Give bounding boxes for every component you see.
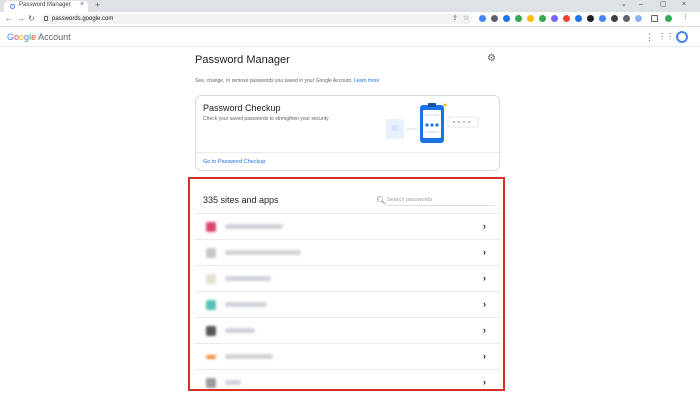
site-favicon [206, 326, 216, 336]
reload-icon[interactable]: ↻ [28, 13, 35, 25]
chevron-right-icon[interactable]: › [483, 220, 486, 232]
password-row[interactable]: › [195, 343, 500, 369]
password-row[interactable]: › [195, 213, 500, 239]
chevron-right-icon[interactable]: › [483, 324, 486, 336]
extension-icon[interactable] [587, 15, 594, 22]
share-icon[interactable]: ⇪ [452, 14, 458, 24]
extension-icon[interactable] [599, 15, 606, 22]
checkup-title: Password Checkup [203, 103, 281, 113]
more-menu-icon[interactable]: ⋮ [682, 13, 689, 23]
page-description: See, change, or remove passwords you sav… [195, 78, 380, 84]
extension-icon[interactable] [623, 15, 630, 22]
site-favicon [206, 355, 216, 359]
google-account-header [0, 28, 700, 47]
profile-avatar-icon[interactable] [665, 15, 672, 22]
tab-search-icon[interactable]: ⌄ [621, 0, 627, 10]
extension-icon[interactable] [551, 15, 558, 22]
card-divider [196, 152, 499, 153]
password-row[interactable]: › [195, 239, 500, 265]
forward-arrow-icon[interactable]: → [17, 13, 25, 25]
tab-password-manager[interactable]: Password Manager × [4, 1, 88, 12]
extension-icon[interactable] [527, 15, 534, 22]
checkup-illustration [386, 103, 479, 143]
extension-icon[interactable] [479, 15, 486, 22]
password-row[interactable]: › [195, 317, 500, 343]
extension-icon[interactable] [539, 15, 546, 22]
extension-icon[interactable] [491, 15, 498, 22]
chevron-right-icon[interactable]: › [483, 272, 486, 284]
extension-icon[interactable] [635, 15, 642, 22]
google-favicon-icon [10, 4, 15, 9]
site-favicon [206, 248, 216, 258]
go-to-checkup-link[interactable]: Go to Password Checkup [203, 159, 265, 166]
new-tab-button[interactable]: + [95, 0, 100, 10]
close-window-button[interactable]: × [682, 0, 686, 10]
extension-icon[interactable] [611, 15, 618, 22]
minimize-button[interactable]: – [639, 0, 643, 10]
lock-icon[interactable] [44, 16, 48, 21]
url-text[interactable]: passwords.google.com [52, 14, 113, 24]
back-arrow-icon[interactable]: ← [5, 13, 13, 25]
page-title: Password Manager [195, 54, 290, 66]
site-name-redacted [225, 354, 273, 359]
sites-count-heading: 335 sites and apps [203, 195, 279, 205]
side-panel-icon[interactable] [651, 15, 658, 22]
maximize-button[interactable]: ▢ [660, 0, 667, 10]
extension-icon[interactable] [515, 15, 522, 22]
chevron-right-icon[interactable]: › [483, 350, 486, 362]
extension-icon[interactable] [575, 15, 582, 22]
settings-gear-icon[interactable]: ⚙ [487, 53, 496, 65]
tab-strip [0, 0, 700, 12]
account-label: Account [38, 32, 71, 42]
search-passwords-input[interactable] [387, 195, 495, 206]
password-row[interactable]: › [195, 369, 500, 389]
password-row[interactable]: › [195, 291, 500, 317]
site-favicon [206, 378, 216, 388]
site-name-redacted [225, 302, 267, 307]
extension-icon[interactable] [503, 15, 510, 22]
chevron-right-icon[interactable]: › [483, 246, 486, 258]
learn-more-link[interactable]: Learn more [354, 78, 380, 84]
chevron-right-icon[interactable]: › [483, 376, 486, 388]
site-name-redacted [225, 328, 255, 333]
extension-icon[interactable] [563, 15, 570, 22]
site-favicon [206, 222, 216, 232]
chevron-right-icon[interactable]: › [483, 298, 486, 310]
password-row[interactable]: › [195, 265, 500, 291]
google-account-logo[interactable]: Google Account [7, 32, 71, 43]
search-icon: 🔍︎ [376, 196, 387, 205]
help-menu-icon[interactable]: ⋮ [645, 31, 654, 43]
tab-title: Password Manager [19, 2, 71, 8]
checkup-description: Check your saved passwords to strengthen… [203, 116, 329, 122]
site-name-redacted [225, 276, 271, 281]
site-favicon [206, 274, 216, 284]
account-avatar[interactable] [676, 31, 688, 43]
site-name-redacted [225, 224, 283, 229]
site-name-redacted [225, 380, 241, 385]
bookmark-star-icon[interactable]: ☆ [463, 14, 469, 24]
site-favicon [206, 300, 216, 310]
site-name-redacted [225, 250, 301, 255]
close-tab-icon[interactable]: × [80, 1, 84, 8]
